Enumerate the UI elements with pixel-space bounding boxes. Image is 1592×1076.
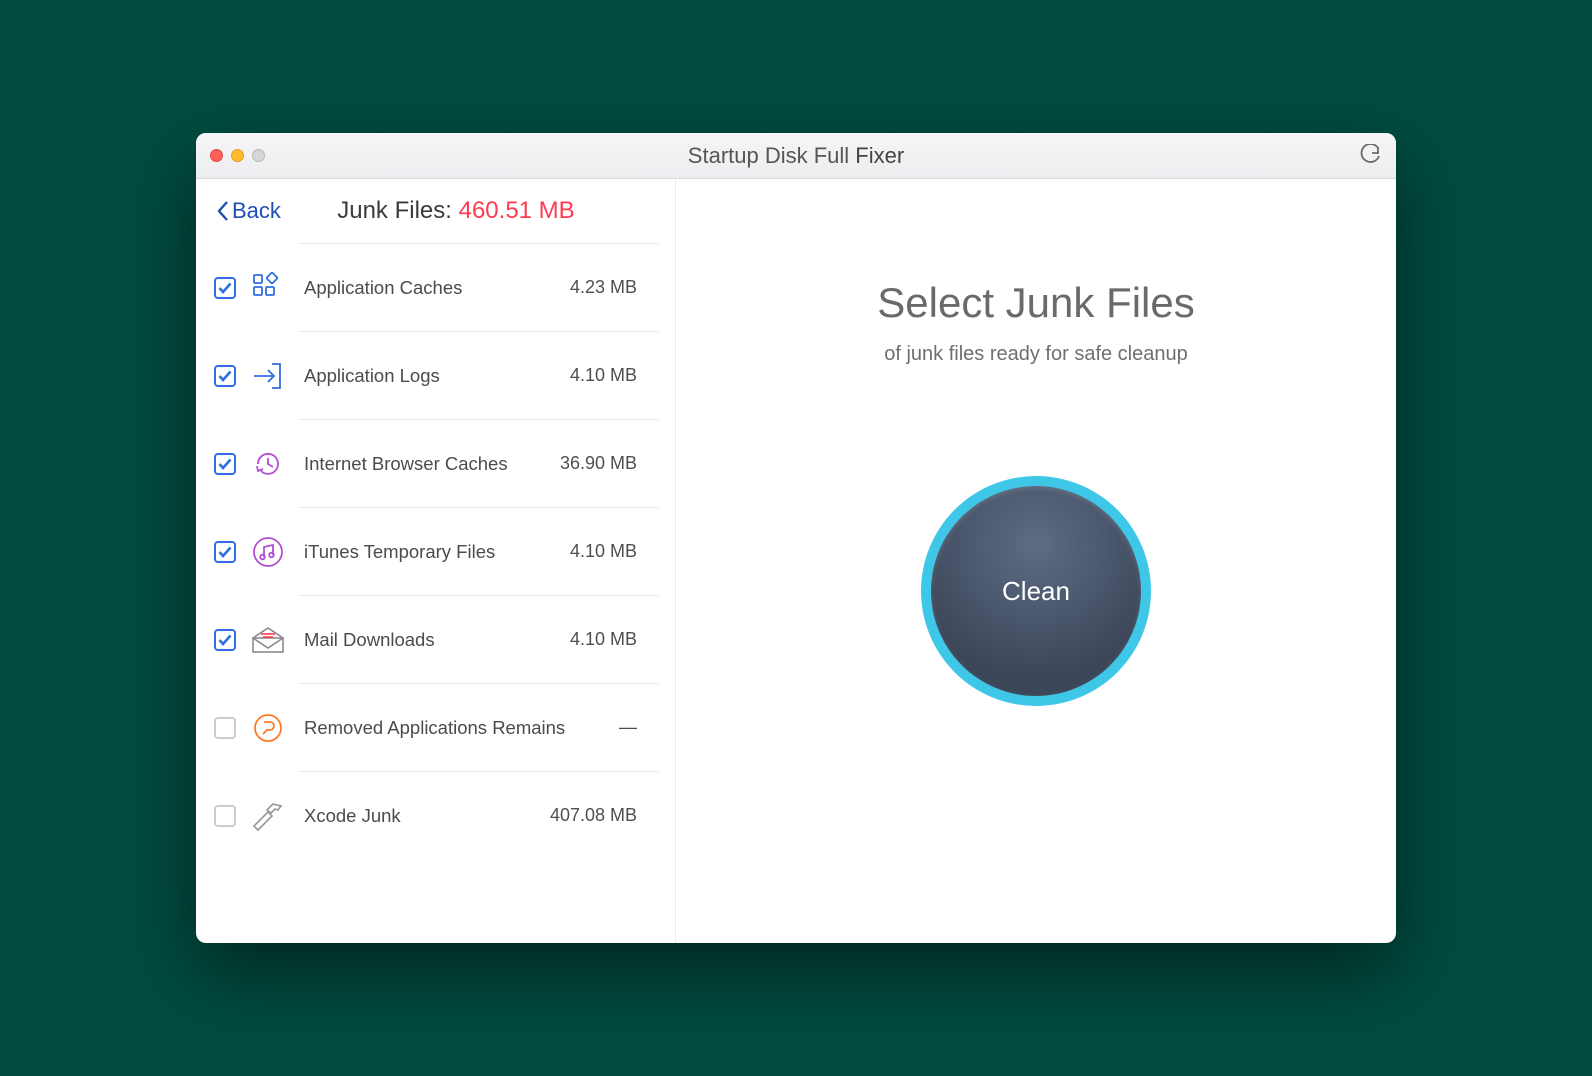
titlebar: Startup Disk Full Fixer <box>196 133 1396 179</box>
clean-button-ring: Clean <box>921 476 1151 706</box>
checkbox[interactable] <box>214 805 236 827</box>
zoom-window-button[interactable] <box>252 149 265 162</box>
window-title-light: Startup Disk Full <box>688 143 856 168</box>
category-row-mail-downloads[interactable]: Mail Downloads 4.10 MB <box>300 595 659 683</box>
mail-envelope-icon <box>250 622 286 658</box>
hammer-icon <box>250 798 286 834</box>
category-row-application-logs[interactable]: Application Logs 4.10 MB <box>300 331 659 419</box>
grid-apps-icon <box>250 270 286 306</box>
close-window-button[interactable] <box>210 149 223 162</box>
traffic-lights <box>210 149 265 162</box>
checkbox[interactable] <box>214 365 236 387</box>
junk-title-prefix: Junk Files: <box>337 197 458 224</box>
chevron-left-icon <box>216 200 230 222</box>
music-note-icon <box>250 534 286 570</box>
refresh-button[interactable] <box>1358 144 1382 168</box>
category-size: 36.90 MB <box>560 453 659 474</box>
clean-button[interactable]: Clean <box>931 486 1141 696</box>
category-row-xcode-junk[interactable]: Xcode Junk 407.08 MB <box>300 771 659 859</box>
main-subtitle: of junk files ready for safe cleanup <box>884 343 1188 366</box>
back-button[interactable]: Back <box>216 198 281 224</box>
check-icon <box>218 282 232 294</box>
check-icon <box>218 458 232 470</box>
category-size: 4.23 MB <box>570 277 659 298</box>
minimize-window-button[interactable] <box>231 149 244 162</box>
category-name: Removed Applications Remains <box>300 717 619 739</box>
sidebar: Back Junk Files: 460.51 MB <box>196 179 676 943</box>
category-name: Internet Browser Caches <box>300 453 560 475</box>
checkbox[interactable] <box>214 717 236 739</box>
category-row-itunes-temp[interactable]: iTunes Temporary Files 4.10 MB <box>300 507 659 595</box>
back-label: Back <box>232 198 281 224</box>
window-title-bold: Fixer <box>855 143 904 168</box>
category-name: Mail Downloads <box>300 629 570 651</box>
main-panel: Select Junk Files of junk files ready fo… <box>676 179 1396 943</box>
app-window: Startup Disk Full Fixer Back Junk Files:… <box>196 133 1396 943</box>
category-name: Application Caches <box>300 277 570 299</box>
checkbox[interactable] <box>214 277 236 299</box>
checkbox[interactable] <box>214 453 236 475</box>
sidebar-header: Back Junk Files: 460.51 MB <box>196 191 675 243</box>
category-name: Xcode Junk <box>300 805 550 827</box>
main-heading: Select Junk Files <box>877 279 1194 327</box>
check-icon <box>218 546 232 558</box>
junk-files-title: Junk Files: 460.51 MB <box>281 197 655 225</box>
window-title: Startup Disk Full Fixer <box>196 143 1396 169</box>
category-row-removed-apps[interactable]: Removed Applications Remains — <box>300 683 659 771</box>
window-body: Back Junk Files: 460.51 MB <box>196 179 1396 943</box>
checkbox[interactable] <box>214 629 236 651</box>
category-size: 4.10 MB <box>570 541 659 562</box>
removed-apps-icon <box>250 710 286 746</box>
category-size: — <box>619 717 659 738</box>
clean-button-label: Clean <box>1002 576 1070 607</box>
category-name: Application Logs <box>300 365 570 387</box>
login-arrow-icon <box>250 358 286 394</box>
category-size: 407.08 MB <box>550 805 659 826</box>
refresh-icon <box>1358 144 1382 168</box>
check-icon <box>218 370 232 382</box>
category-list: Application Caches 4.23 MB Applic <box>196 243 675 943</box>
category-row-browser-caches[interactable]: Internet Browser Caches 36.90 MB <box>300 419 659 507</box>
check-icon <box>218 634 232 646</box>
category-row-application-caches[interactable]: Application Caches 4.23 MB <box>300 243 659 331</box>
checkbox[interactable] <box>214 541 236 563</box>
category-name: iTunes Temporary Files <box>300 541 570 563</box>
category-size: 4.10 MB <box>570 629 659 650</box>
history-clock-icon <box>250 446 286 482</box>
category-size: 4.10 MB <box>570 365 659 386</box>
junk-total-size: 460.51 MB <box>459 197 575 224</box>
